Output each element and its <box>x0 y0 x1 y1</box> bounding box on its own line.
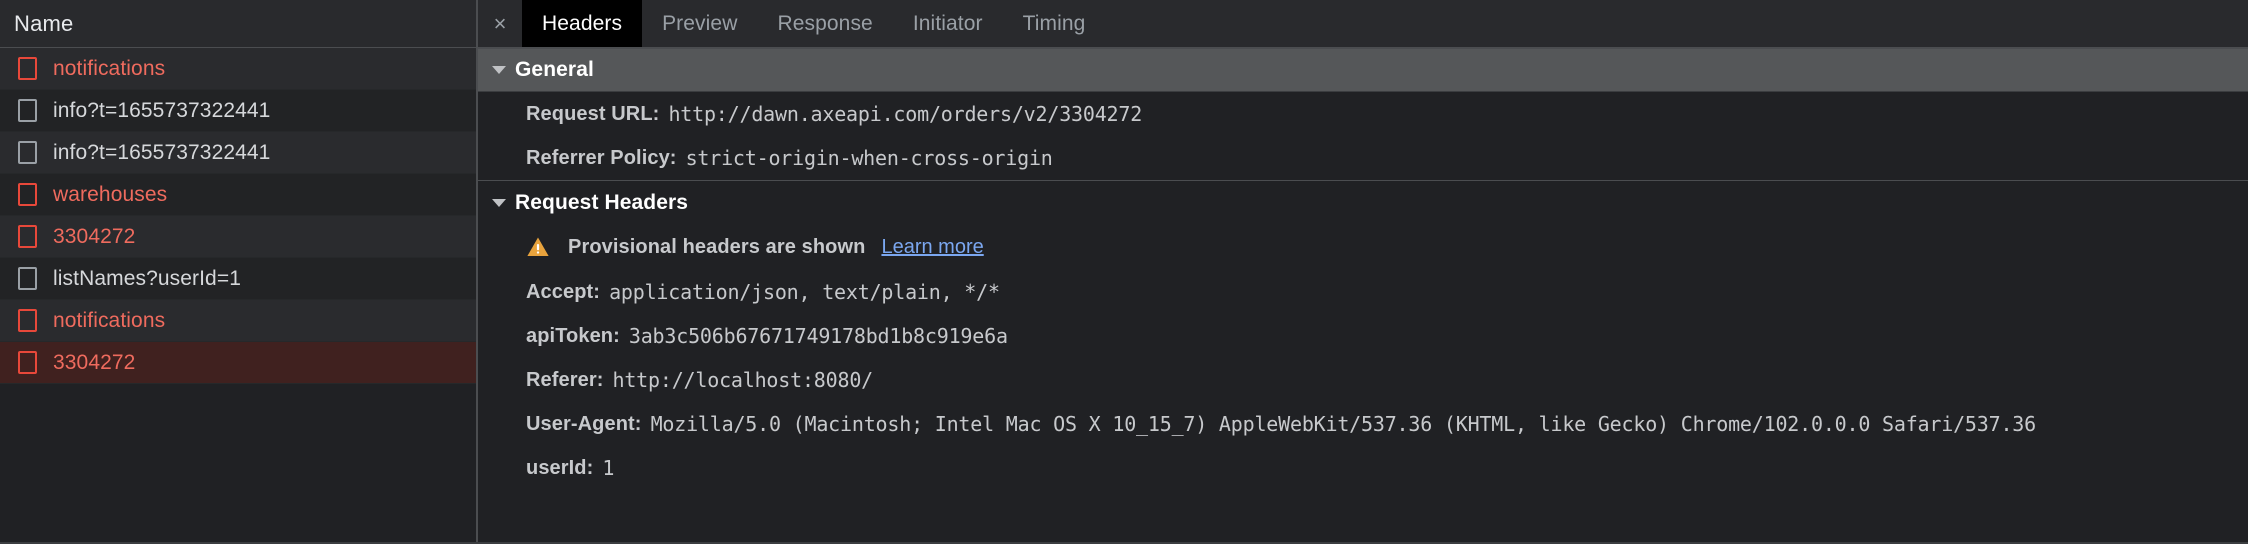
request-name: notifications <box>53 56 166 80</box>
request-error-icon <box>18 183 37 206</box>
request-error-icon <box>18 225 37 248</box>
request-list-item[interactable]: warehouses <box>0 174 476 216</box>
header-value[interactable]: application/json, text/plain, */* <box>609 280 1000 304</box>
chevron-down-icon <box>492 198 506 207</box>
detail-body[interactable]: General Request URL: http://dawn.axeapi.c… <box>478 48 2248 542</box>
header-key: Request URL: <box>526 102 660 125</box>
warning-triangle-icon <box>526 235 550 259</box>
header-key: Referer: <box>526 368 604 391</box>
request-doc-icon <box>18 141 37 164</box>
header-row: apiToken: 3ab3c506b67671749178bd1b8c919e6… <box>478 314 2248 358</box>
request-list-item[interactable]: info?t=1655737322441 <box>0 90 476 132</box>
header-value[interactable]: strict-origin-when-cross-origin <box>686 146 1053 170</box>
header-row: Request URL: http://dawn.axeapi.com/order… <box>478 92 2248 136</box>
chevron-down-icon <box>492 66 506 74</box>
provisional-headers-warning: Provisional headers are shown Learn more <box>478 224 2248 270</box>
request-list-item[interactable]: notifications <box>0 300 476 342</box>
header-row: Accept: application/json, text/plain, */* <box>478 270 2248 314</box>
header-value[interactable]: http://dawn.axeapi.com/orders/v2/3304272 <box>668 102 1142 126</box>
request-error-icon <box>18 57 37 80</box>
request-error-icon <box>18 309 37 332</box>
request-name: 3304272 <box>53 350 136 374</box>
request-name: info?t=1655737322441 <box>53 98 271 122</box>
header-key: Accept: <box>526 280 601 303</box>
request-name: notifications <box>53 308 166 332</box>
header-key: apiToken: <box>526 324 620 347</box>
column-header-name[interactable]: Name <box>0 11 74 37</box>
tab-response[interactable]: Response <box>757 0 892 47</box>
header-row: Referrer Policy: strict-origin-when-cross… <box>478 136 2248 180</box>
request-name: warehouses <box>53 182 168 206</box>
request-list-header: Name <box>0 0 476 48</box>
request-doc-icon <box>18 99 37 122</box>
request-list-panel: Name notifications info?t=1655737322441 in… <box>0 0 478 542</box>
section-general-header[interactable]: General <box>478 48 2248 92</box>
learn-more-link[interactable]: Learn more <box>881 236 983 259</box>
tab-timing[interactable]: Timing <box>1003 0 1106 47</box>
detail-tabbar: × Headers Preview Response Initiator Timing <box>478 0 2248 48</box>
request-error-icon <box>18 351 37 374</box>
request-list-item[interactable]: info?t=1655737322441 <box>0 132 476 174</box>
header-key: Referrer Policy: <box>526 146 677 169</box>
request-doc-icon <box>18 267 37 290</box>
header-key: User-Agent: <box>526 412 642 435</box>
request-header-rows: Accept: application/json, text/plain, */*… <box>478 270 2248 490</box>
request-list-item[interactable]: 3304272 <box>0 216 476 258</box>
header-value[interactable]: http://localhost:8080/ <box>613 368 874 392</box>
header-value[interactable]: Mozilla/5.0 (Macintosh; Intel Mac OS X 1… <box>651 412 2037 436</box>
tab-headers[interactable]: Headers <box>522 0 643 47</box>
detail-empty-area <box>478 490 2248 542</box>
header-key: userId: <box>526 456 594 479</box>
section-general-title: General <box>515 58 594 81</box>
close-icon[interactable]: × <box>478 0 522 47</box>
request-list-item[interactable]: listNames?userId=1 <box>0 258 476 300</box>
request-name: info?t=1655737322441 <box>53 140 271 164</box>
tab-initiator[interactable]: Initiator <box>893 0 1003 47</box>
request-list-item[interactable]: 3304272 <box>0 342 476 384</box>
header-value[interactable]: 3ab3c506b67671749178bd1b8c919e6a <box>629 324 1008 348</box>
tab-preview[interactable]: Preview <box>642 0 757 47</box>
header-row: User-Agent: Mozilla/5.0 (Macintosh; Intel… <box>478 402 2248 446</box>
warning-text: Provisional headers are shown <box>568 235 866 258</box>
header-row: userId: 1 <box>478 446 2248 490</box>
request-list[interactable]: notifications info?t=1655737322441 info?t=… <box>0 48 476 463</box>
request-name: listNames?userId=1 <box>53 266 241 290</box>
request-list-item[interactable]: notifications <box>0 48 476 90</box>
header-value[interactable]: 1 <box>602 456 614 480</box>
header-row: Referer: http://localhost:8080/ <box>478 358 2248 402</box>
request-name: 3304272 <box>53 224 136 248</box>
request-list-empty-area <box>0 463 476 542</box>
request-detail-panel: × Headers Preview Response Initiator Timing … <box>478 0 2248 542</box>
section-request-headers-header[interactable]: Request Headers <box>478 180 2248 224</box>
general-rows: Request URL: http://dawn.axeapi.com/order… <box>478 92 2248 180</box>
devtools-network-panel: Name notifications info?t=1655737322441 in… <box>0 0 2248 544</box>
section-request-headers-title: Request Headers <box>515 190 689 214</box>
